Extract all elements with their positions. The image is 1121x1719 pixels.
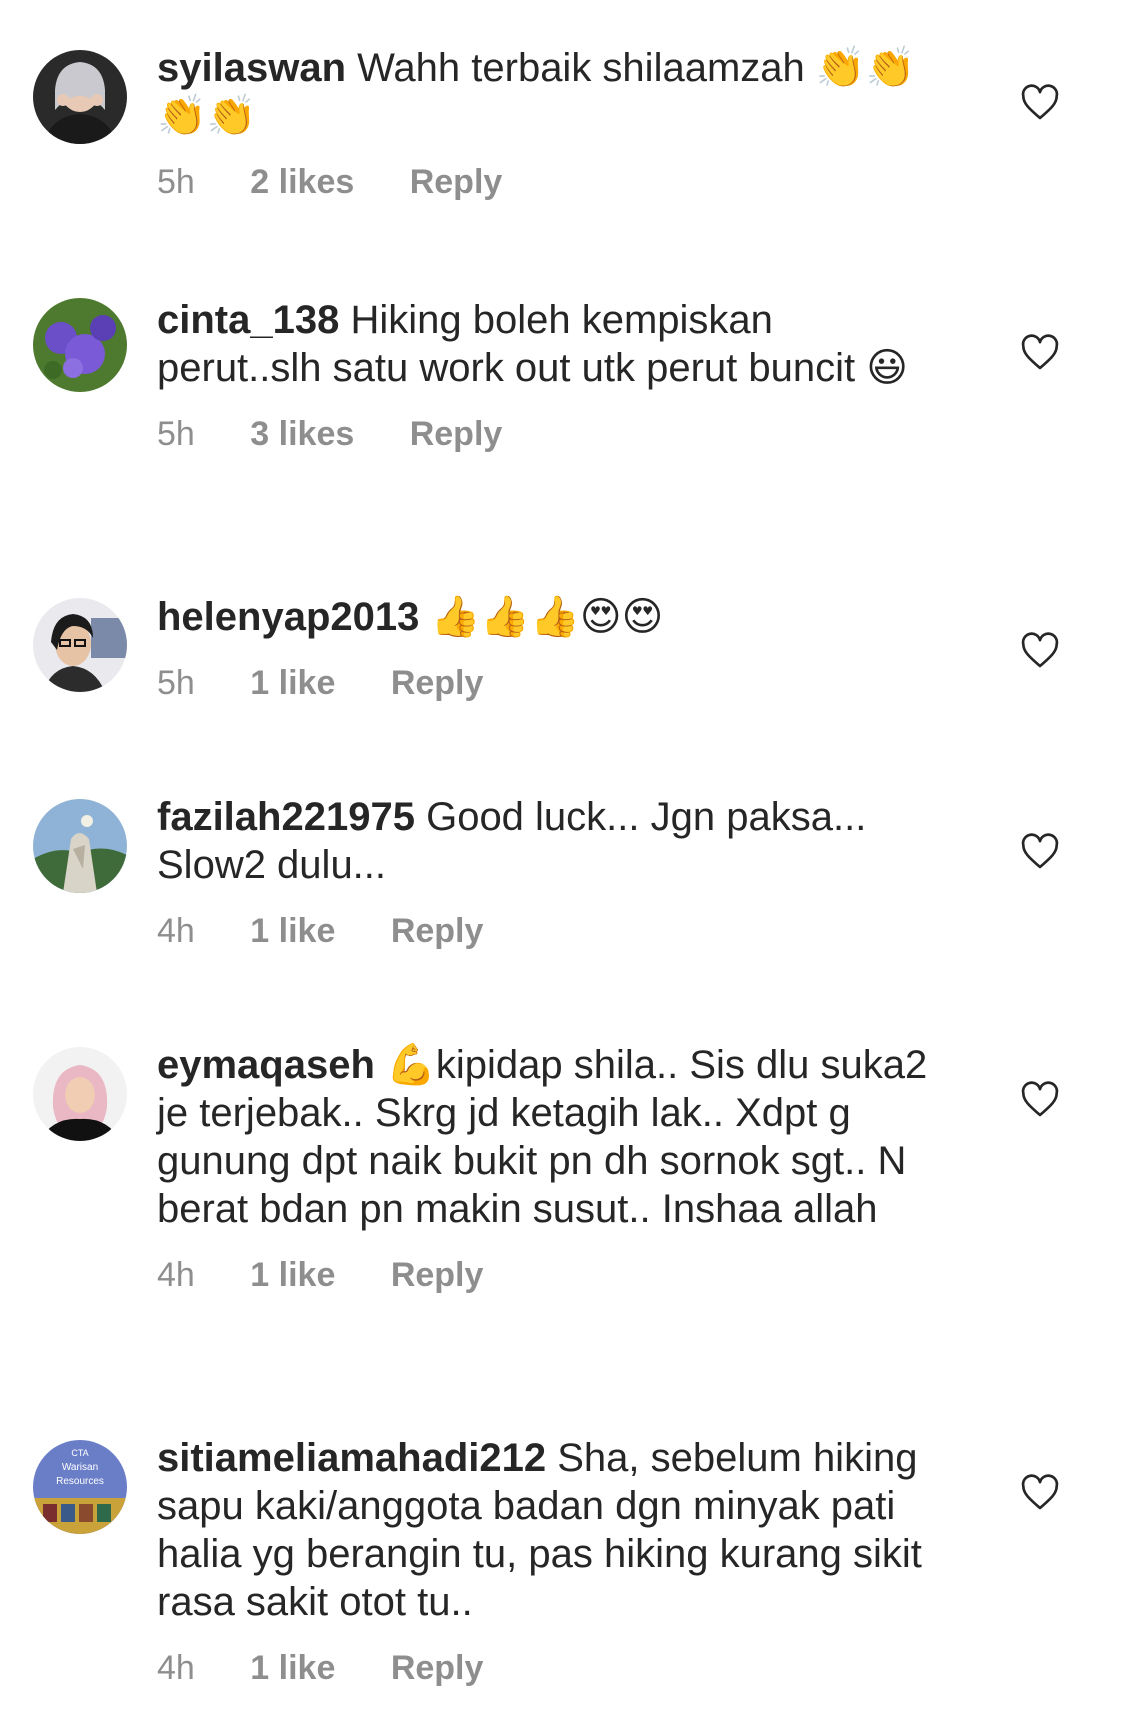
comment-time: 4h (157, 912, 195, 950)
comment-time: 4h (157, 1256, 195, 1294)
comment-text: cinta_138 Hiking boleh kempiskan perut..… (157, 296, 947, 392)
reply-button[interactable]: Reply (391, 663, 484, 703)
comment-likes[interactable]: 1 like (250, 911, 335, 951)
comment-username[interactable]: fazilah221975 (157, 795, 415, 839)
comment-text: eymaqaseh 💪kipidap shila.. Sis dlu suka2… (157, 1041, 947, 1233)
comment-username[interactable]: syilaswan (157, 46, 346, 90)
comment-likes[interactable]: 1 like (250, 1255, 335, 1295)
comment-meta: 5h 2 likes Reply (157, 162, 947, 202)
comment-username[interactable]: eymaqaseh (157, 1043, 375, 1087)
reply-button[interactable]: Reply (391, 1648, 484, 1688)
comment-meta: 5h 3 likes Reply (157, 414, 947, 454)
heart-outline-icon[interactable] (1020, 832, 1060, 872)
comment-likes[interactable]: 1 like (250, 1648, 335, 1688)
comment-username[interactable]: helenyap2013 (157, 595, 419, 639)
avatar[interactable] (33, 799, 127, 893)
comment-meta: 5h 1 like Reply (157, 663, 947, 703)
comment-text: fazilah221975 Good luck... Jgn paksa... … (157, 793, 947, 889)
reply-button[interactable]: Reply (391, 911, 484, 951)
avatar-text: CTA (71, 1448, 88, 1458)
heart-outline-icon[interactable] (1020, 83, 1060, 123)
reply-button[interactable]: Reply (391, 1255, 484, 1295)
avatar-text: Warisan (62, 1462, 98, 1473)
avatar[interactable] (33, 298, 127, 392)
comment-meta: 4h 1 like Reply (157, 911, 947, 951)
comment-username[interactable]: cinta_138 (157, 298, 339, 342)
comment-likes[interactable]: 2 likes (250, 162, 354, 202)
heart-outline-icon[interactable] (1020, 1473, 1060, 1513)
avatar-text: Resources (56, 1476, 104, 1487)
heart-outline-icon[interactable] (1020, 333, 1060, 373)
avatar[interactable] (33, 50, 127, 144)
comment-text: syilaswan Wahh terbaik shilaamzah 👏👏👏👏 (157, 44, 947, 140)
comment-text: helenyap2013 👍👍👍😍😍 (157, 593, 947, 641)
heart-outline-icon[interactable] (1020, 1080, 1060, 1120)
comment-meta: 4h 1 like Reply (157, 1648, 947, 1688)
comment-time: 4h (157, 1649, 195, 1687)
avatar[interactable]: CTA Warisan Resources (33, 1440, 127, 1534)
comment-time: 5h (157, 664, 195, 702)
avatar[interactable] (33, 598, 127, 692)
comment-likes[interactable]: 3 likes (250, 414, 354, 454)
comment-text: sitiameliamahadi212 Sha, sebelum hiking … (157, 1434, 947, 1626)
comment-time: 5h (157, 415, 195, 453)
reply-button[interactable]: Reply (410, 162, 503, 202)
avatar[interactable] (33, 1047, 127, 1141)
comment-username[interactable]: sitiameliamahadi212 (157, 1436, 546, 1480)
comment-likes[interactable]: 1 like (250, 663, 335, 703)
heart-outline-icon[interactable] (1020, 631, 1060, 671)
comment-time: 5h (157, 163, 195, 201)
reply-button[interactable]: Reply (410, 414, 503, 454)
comment-meta: 4h 1 like Reply (157, 1255, 947, 1295)
comment-message: 👍👍👍😍😍 (430, 595, 664, 639)
